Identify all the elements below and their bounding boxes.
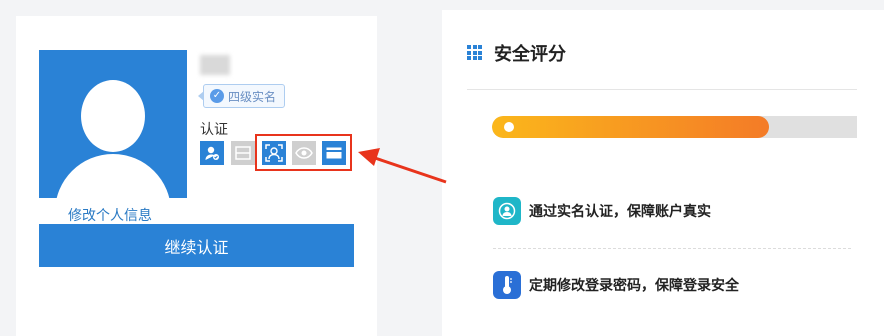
red-arrow-annotation [358, 148, 447, 184]
